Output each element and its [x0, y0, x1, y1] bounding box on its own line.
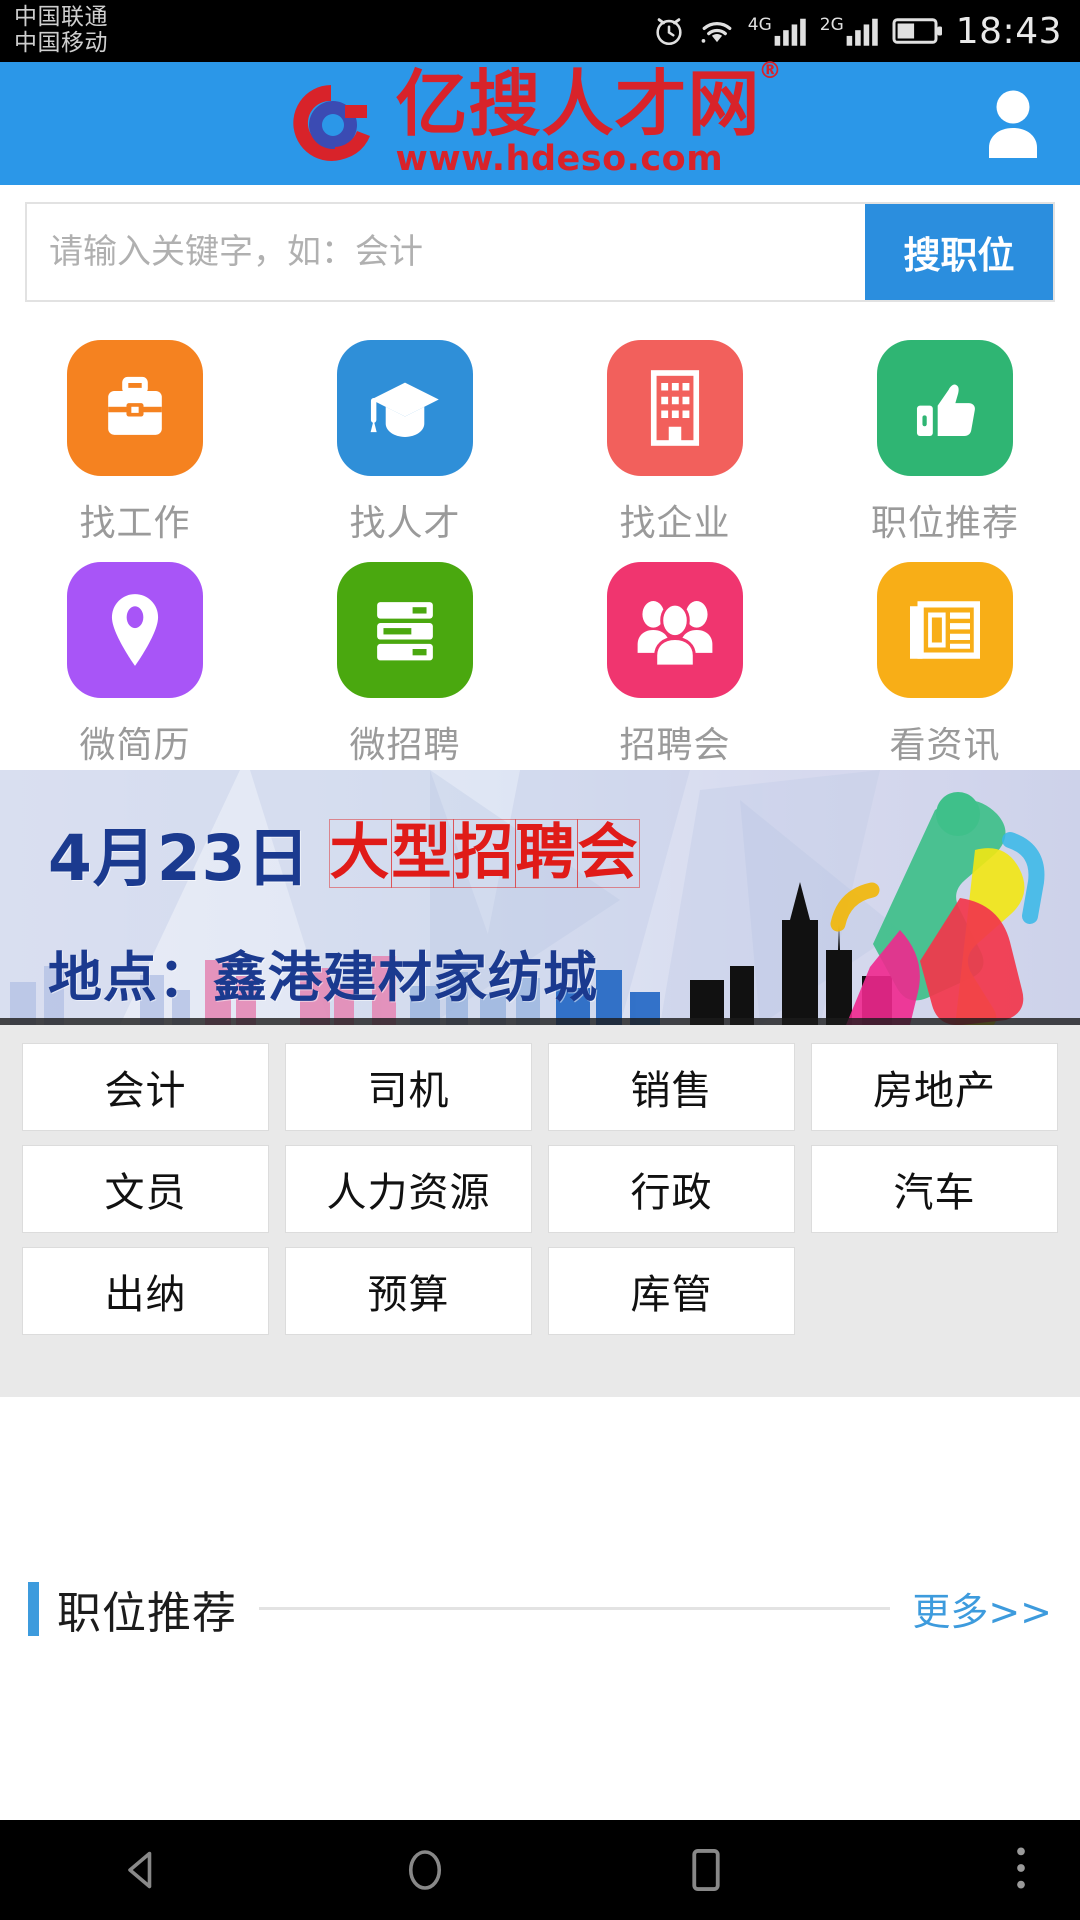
tag-item[interactable]: 预算 [277, 1247, 540, 1349]
banner-date: 4月23日 [48, 822, 311, 895]
banner-title: 大型招聘会 [328, 817, 644, 889]
section-accent-bar [28, 1581, 39, 1636]
site-logo[interactable]: 亿搜人才网® www.hdeso.com [271, 60, 784, 179]
tag-label: 库管 [548, 1247, 795, 1335]
app-root: 中国联通 中国移动 4G 2G 18:43 亿搜人才网® www.hdeso.c… [0, 0, 1080, 1920]
tag-label: 行政 [548, 1145, 795, 1233]
nav-label: 找企业 [619, 503, 731, 544]
wifi-icon [697, 15, 737, 47]
search-section: 搜职位 [0, 185, 1080, 318]
tag-label: 司机 [285, 1043, 532, 1131]
category-tags-section: 会计 司机 销售 房地产 文员 人力资源 行政 汽车 出纳 预算 库管 [0, 1025, 1080, 1397]
nav-label: 微招聘 [349, 725, 461, 766]
promo-banner[interactable]: 4月23日 大型招聘会 地点：鑫港建材家纺城 [0, 770, 1080, 1025]
nav-label: 职位推荐 [870, 503, 1019, 544]
tag-label: 预算 [285, 1247, 532, 1335]
overflow-dots-icon[interactable] [1014, 1845, 1028, 1895]
tag-item[interactable]: 库管 [540, 1247, 803, 1349]
back-triangle-icon[interactable] [0, 1846, 283, 1894]
quick-nav-row-2: 微简历 微招聘 招聘会 看资讯 [0, 548, 1080, 770]
tag-item[interactable]: 汽车 [803, 1145, 1066, 1247]
nav-item-micro-resume[interactable]: 微简历 [0, 548, 270, 770]
location-pin-icon [67, 562, 203, 698]
tag-item[interactable]: 司机 [277, 1043, 540, 1145]
newspaper-icon [877, 562, 1013, 698]
tag-item[interactable]: 行政 [540, 1145, 803, 1247]
nav-item-news[interactable]: 看资讯 [810, 548, 1080, 770]
network-label-2g: 2G [819, 15, 844, 35]
signal-2g-icon: 2G [820, 14, 881, 48]
carrier-1: 中国联通 [14, 4, 108, 31]
home-circle-icon[interactable] [283, 1844, 566, 1896]
people-group-icon [607, 562, 743, 698]
tag-item[interactable]: 人力资源 [277, 1145, 540, 1247]
status-bar-icons: 4G 2G [652, 14, 944, 48]
graduation-cap-icon [337, 340, 473, 476]
list-server-icon [337, 562, 473, 698]
search-input[interactable] [27, 203, 865, 300]
nav-item-job-fair[interactable]: 招聘会 [540, 548, 810, 770]
quick-nav-row-1: 找工作 找人才 找企业 职位推荐 [0, 326, 1080, 548]
nav-label: 微简历 [79, 725, 191, 766]
app-header: 亿搜人才网® www.hdeso.com [0, 60, 1080, 185]
logo-url: www.hdeso.com [395, 138, 724, 179]
nav-label: 找工作 [79, 503, 191, 544]
category-tags-grid: 会计 司机 销售 房地产 文员 人力资源 行政 汽车 出纳 预算 库管 [14, 1043, 1066, 1349]
logo-title-text: 亿搜人才网 [395, 62, 761, 147]
nav-item-job-recommend[interactable]: 职位推荐 [810, 326, 1080, 548]
nav-item-find-company[interactable]: 找企业 [540, 326, 810, 548]
section-more-link[interactable]: 更多>> [912, 1581, 1052, 1636]
building-icon [607, 340, 743, 476]
tag-item[interactable]: 会计 [14, 1043, 277, 1145]
nav-label: 招聘会 [619, 725, 731, 766]
tag-label: 人力资源 [285, 1145, 532, 1233]
section-divider [259, 1607, 891, 1610]
tag-label: 房地产 [811, 1043, 1058, 1131]
carrier-labels: 中国联通 中国移动 [14, 4, 108, 57]
nav-item-find-talent[interactable]: 找人才 [270, 326, 540, 548]
status-bar-clock: 18:43 [955, 10, 1062, 52]
logo-title: 亿搜人才网® [395, 60, 784, 141]
carrier-2: 中国移动 [14, 30, 108, 56]
search-box: 搜职位 [25, 201, 1055, 302]
alarm-icon [652, 14, 686, 48]
nav-label: 看资讯 [889, 725, 1001, 766]
logo-mark-icon [271, 71, 389, 175]
banner-place: 地点：鑫港建材家纺城 [48, 946, 598, 1009]
nav-item-find-job[interactable]: 找工作 [0, 326, 270, 548]
tag-item[interactable]: 文员 [14, 1145, 277, 1247]
tag-item[interactable]: 房地产 [803, 1043, 1066, 1145]
recents-square-icon[interactable] [566, 1844, 845, 1896]
briefcase-icon [67, 340, 203, 476]
search-submit-button[interactable]: 搜职位 [865, 203, 1053, 300]
registered-mark: ® [758, 58, 783, 85]
section-title: 职位推荐 [57, 1587, 237, 1639]
system-nav-bar [0, 1820, 1080, 1920]
nav-item-micro-recruit[interactable]: 微招聘 [270, 548, 540, 770]
tag-slot-empty [803, 1247, 1066, 1349]
tag-label: 汽车 [811, 1145, 1058, 1233]
status-bar: 中国联通 中国移动 4G 2G 18:43 [0, 0, 1080, 62]
job-recommend-section-header: 职位推荐 更多>> [0, 1397, 1080, 1820]
tag-label: 销售 [548, 1043, 795, 1131]
quick-nav-grid: 找工作 找人才 找企业 职位推荐 微简历 微招聘 招聘会 看资讯 [0, 318, 1080, 770]
tag-label: 文员 [22, 1145, 269, 1233]
signal-4g-icon: 4G [748, 14, 809, 48]
banner-text: 4月23日 大型招聘会 地点：鑫港建材家纺城 [48, 808, 644, 1012]
tag-label: 出纳 [22, 1247, 269, 1335]
banner-headline-row: 4月23日 大型招聘会 [48, 808, 644, 899]
tag-item[interactable]: 出纳 [14, 1247, 277, 1349]
tag-item[interactable]: 销售 [540, 1043, 803, 1145]
network-label-4g: 4G [747, 15, 772, 35]
battery-icon [892, 16, 944, 46]
nav-label: 找人才 [349, 503, 461, 544]
thumbs-up-icon [877, 340, 1013, 476]
user-icon[interactable] [980, 86, 1046, 162]
logo-text: 亿搜人才网® www.hdeso.com [395, 60, 784, 179]
tag-label: 会计 [22, 1043, 269, 1131]
